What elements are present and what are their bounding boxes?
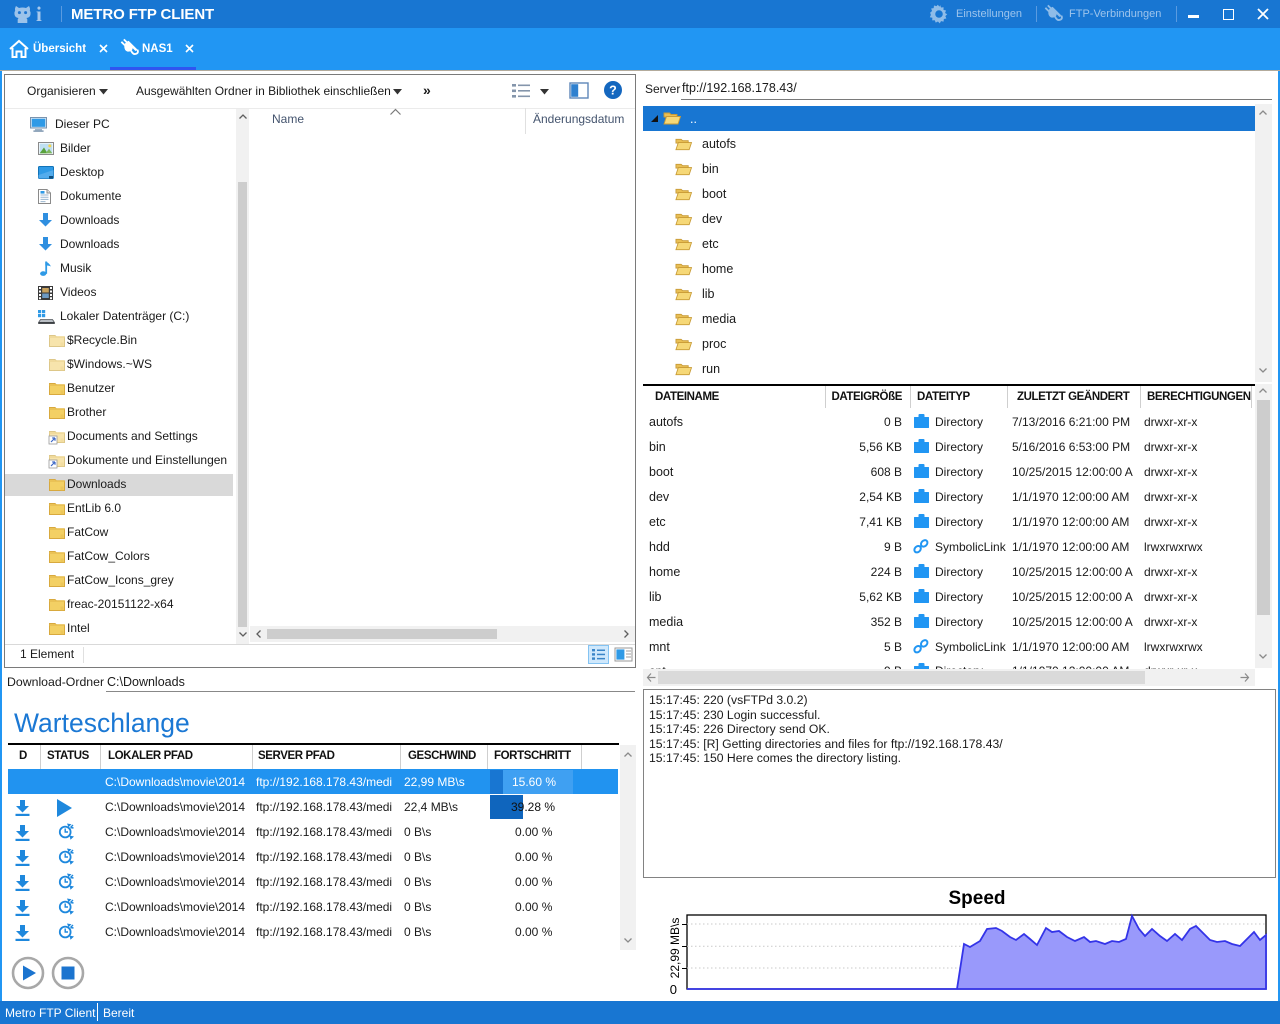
svg-text:?: ?	[609, 83, 617, 97]
